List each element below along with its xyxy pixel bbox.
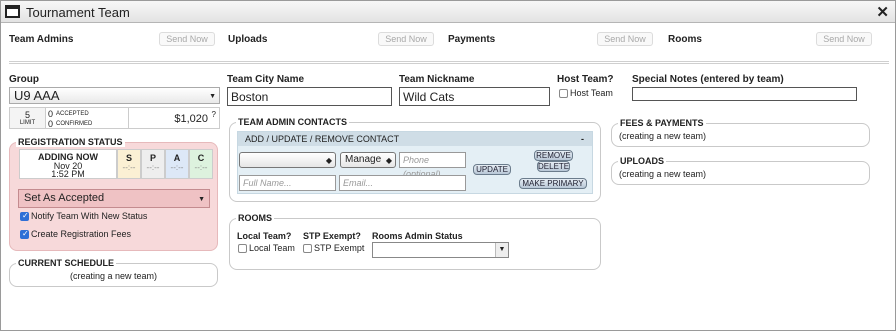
status-cell-letter: P xyxy=(149,153,156,163)
rooms-admin-status-select[interactable]: ▼ xyxy=(372,242,509,258)
role-select-value: Manage xyxy=(345,154,382,165)
phone-input[interactable]: Phone (optional) xyxy=(399,152,466,179)
close-icon[interactable]: ✕ xyxy=(876,3,889,21)
group-stats-box: 5 LIMIT 0 ACCEPTED 0 CONFIRMED $1,020 ? xyxy=(9,107,220,129)
chevron-down-icon: ▼ xyxy=(495,243,508,257)
team-nickname-label: Team Nickname xyxy=(399,74,475,85)
fees-payments-title: FEES & PAYMENTS xyxy=(618,118,706,128)
status-cell-value: --:-- xyxy=(122,163,136,172)
limit-label: LIMIT xyxy=(19,120,36,126)
local-team-checkbox[interactable] xyxy=(238,244,247,253)
fee-amount: $1,020 xyxy=(174,113,208,125)
update-button[interactable]: UPDATE xyxy=(473,164,511,175)
host-team-checkbox-label: Host Team xyxy=(570,88,613,98)
tournament-team-window: Tournament Team ✕ Team Admins Send Now U… xyxy=(0,0,896,331)
status-cell-value: --:-- xyxy=(194,163,208,172)
window-icon xyxy=(5,5,20,18)
uploads-panel: UPLOADS (creating a new team) xyxy=(611,156,870,185)
chevron-updown-icon: ◆ xyxy=(385,156,392,165)
collapse-icon[interactable]: - xyxy=(581,132,584,146)
contact-form-bar: ADD / UPDATE / REMOVE CONTACT - xyxy=(238,132,592,146)
stp-exempt-label: STP Exempt? xyxy=(303,231,361,241)
status-time: 1:52 PM xyxy=(51,169,85,179)
status-cell-a[interactable]: A --:-- xyxy=(165,149,189,179)
contact-select[interactable]: ◆ xyxy=(239,152,336,168)
send-now-payments-button[interactable]: Send Now xyxy=(597,32,653,46)
create-fees-checkbox[interactable] xyxy=(20,229,29,239)
notify-team-label: Notify Team With New Status xyxy=(31,211,148,221)
team-admin-contacts-title: TEAM ADMIN CONTACTS xyxy=(236,117,349,127)
fee-help-icon[interactable]: ? xyxy=(212,110,216,119)
chevron-down-icon: ▼ xyxy=(198,196,205,203)
status-cell-c[interactable]: C --:-- xyxy=(189,149,213,179)
title-bar: Tournament Team ✕ xyxy=(1,1,895,23)
fee-cell: $1,020 ? xyxy=(128,108,220,128)
group-select[interactable]: U9 AAA ▼ xyxy=(9,87,220,104)
make-primary-button[interactable]: MAKE PRIMARY xyxy=(519,178,587,189)
status-cell-letter: C xyxy=(197,153,205,163)
host-team-checkbox[interactable] xyxy=(559,89,568,98)
full-name-input[interactable]: Full Name... xyxy=(239,175,336,191)
confirmed-label: CONFIRMED xyxy=(56,121,93,127)
send-now-team-admins-button[interactable]: Send Now xyxy=(159,32,215,46)
rooms-admin-status-label: Rooms Admin Status xyxy=(372,231,463,241)
status-cell-s[interactable]: S --:-- xyxy=(117,149,141,179)
team-admins-label: Team Admins xyxy=(9,34,74,45)
create-fees-label: Create Registration Fees xyxy=(31,229,132,239)
accepted-label: ACCEPTED xyxy=(56,111,89,117)
stp-exempt-checkbox[interactable] xyxy=(303,244,312,253)
delete-button[interactable]: DELETE xyxy=(537,161,570,172)
send-now-uploads-button[interactable]: Send Now xyxy=(378,32,434,46)
fees-payments-text: (creating a new team) xyxy=(619,131,707,141)
fees-payments-panel: FEES & PAYMENTS (creating a new team) xyxy=(611,118,870,147)
current-schedule-title: CURRENT SCHEDULE xyxy=(16,258,117,268)
remove-button[interactable]: REMOVE xyxy=(534,150,573,161)
status-cell-p[interactable]: P --:-- xyxy=(141,149,165,179)
limit-cell: 5 LIMIT xyxy=(10,108,46,128)
chevron-updown-icon: ◆ xyxy=(325,156,332,165)
notify-team-checkbox[interactable] xyxy=(20,211,29,221)
rooms-label: Rooms xyxy=(668,34,702,45)
special-notes-input[interactable] xyxy=(632,87,857,101)
payments-label: Payments xyxy=(448,34,496,45)
special-notes-label: Special Notes (entered by team) xyxy=(632,74,784,85)
team-nickname-input[interactable]: Wild Cats xyxy=(399,87,550,106)
team-city-label: Team City Name xyxy=(227,74,305,85)
accepted-value: 0 xyxy=(48,109,54,119)
registration-status-title: REGISTRATION STATUS xyxy=(16,137,125,147)
local-team-label: Local Team? xyxy=(237,231,292,241)
status-action-value: Set As Accepted xyxy=(24,192,105,204)
confirmed-value: 0 xyxy=(48,119,54,129)
status-action-select[interactable]: Set As Accepted ▼ xyxy=(18,189,210,208)
stp-exempt-checkbox-label: STP Exempt xyxy=(314,243,365,253)
team-city-input[interactable]: Boston xyxy=(227,87,392,106)
status-cell-letter: A xyxy=(173,153,181,163)
host-team-label: Host Team? xyxy=(557,74,614,85)
local-team-checkbox-label: Local Team xyxy=(249,243,295,253)
divider xyxy=(9,63,889,64)
uploads-label: Uploads xyxy=(228,34,268,45)
status-state-box: ADDING NOW Nov 20 1:52 PM xyxy=(19,149,117,179)
rooms-title: ROOMS xyxy=(236,213,275,223)
current-schedule-panel: CURRENT SCHEDULE (creating a new team) xyxy=(9,258,218,287)
current-schedule-text: (creating a new team) xyxy=(70,271,158,281)
contact-form-bar-label: ADD / UPDATE / REMOVE CONTACT xyxy=(245,134,400,144)
chevron-down-icon: ▼ xyxy=(209,93,216,100)
window-title: Tournament Team xyxy=(26,5,130,20)
uploads-title: UPLOADS xyxy=(618,156,667,166)
group-select-value: U9 AAA xyxy=(14,88,60,103)
limit-value: 5 xyxy=(24,110,30,120)
group-label: Group xyxy=(9,74,39,85)
uploads-text: (creating a new team) xyxy=(619,169,707,179)
status-cell-letter: S xyxy=(125,153,132,163)
role-select[interactable]: Manage ◆ xyxy=(340,152,396,168)
status-cell-value: --:-- xyxy=(170,163,184,172)
send-now-rooms-button[interactable]: Send Now xyxy=(816,32,872,46)
email-input[interactable]: Email... xyxy=(339,175,466,191)
divider xyxy=(9,61,889,62)
status-cell-value: --:-- xyxy=(146,163,160,172)
